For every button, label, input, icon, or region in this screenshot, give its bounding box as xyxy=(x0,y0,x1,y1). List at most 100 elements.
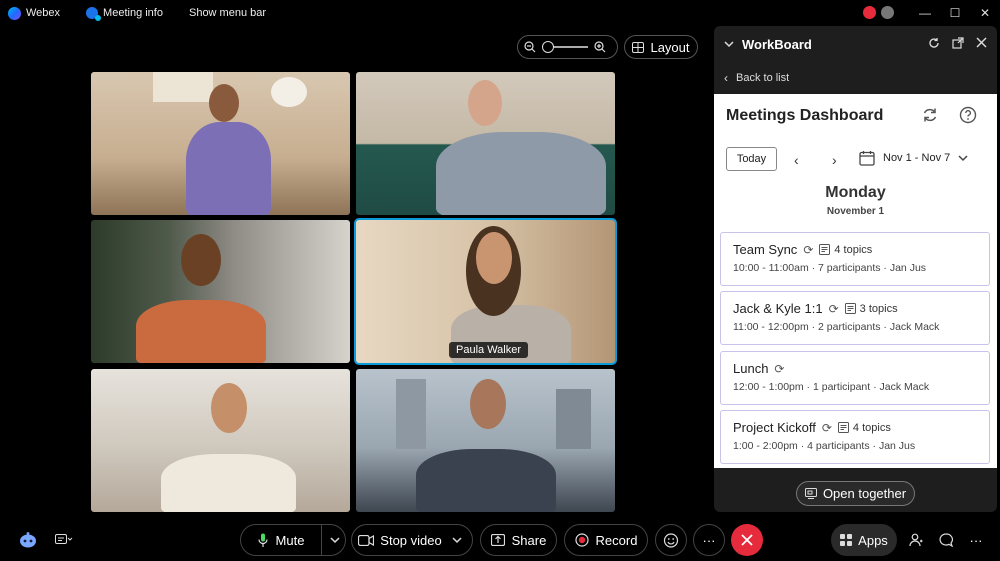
date-range-label: Nov 1 - Nov 7 xyxy=(883,152,951,164)
participant-body xyxy=(186,122,271,215)
meetings-dashboard: Meetings Dashboard Today ‹ › Nov 1 - Nov… xyxy=(714,94,997,468)
zoom-slider-thumb[interactable] xyxy=(542,41,554,53)
participant-video-tile-active[interactable]: Paula Walker xyxy=(354,218,617,365)
meeting-time: 12:00 - 1:00pm xyxy=(733,381,804,393)
mute-options-chevron-icon[interactable] xyxy=(330,536,340,544)
connection-status-icon xyxy=(881,6,894,19)
meeting-owner: Jack Mack xyxy=(889,321,940,333)
zoom-control[interactable] xyxy=(517,35,618,59)
today-button[interactable]: Today xyxy=(726,147,777,171)
participant-video-tile[interactable] xyxy=(91,220,350,363)
close-window-button[interactable]: ✕ xyxy=(970,0,1000,26)
share-label: Share xyxy=(511,532,547,548)
dashboard-title: Meetings Dashboard xyxy=(726,107,884,124)
participant-head xyxy=(468,80,502,126)
leave-meeting-button[interactable] xyxy=(731,524,763,556)
meeting-title: Lunch xyxy=(733,361,769,376)
meeting-topics: 4 topics xyxy=(837,422,891,434)
participants-button[interactable] xyxy=(900,524,932,556)
wall-decor xyxy=(153,72,213,102)
day-date: November 1 xyxy=(826,206,885,217)
topics-icon xyxy=(819,244,831,255)
recurring-icon: ⟳ xyxy=(821,420,832,435)
apps-label: Apps xyxy=(858,532,888,548)
mute-label: Mute xyxy=(275,532,305,548)
reactions-button[interactable] xyxy=(655,524,687,556)
more-options-icon: ··· xyxy=(702,532,716,548)
more-menu-button[interactable]: ··· xyxy=(960,524,992,556)
apps-button[interactable]: Apps xyxy=(831,524,897,556)
refresh-icon[interactable] xyxy=(928,37,940,49)
pop-out-icon[interactable] xyxy=(952,37,964,49)
sync-icon[interactable] xyxy=(921,106,939,124)
meeting-card[interactable]: Team Sync ⟳ 4 topics 10:00 - 11:00am · 7… xyxy=(720,232,990,286)
mute-control[interactable]: Mute xyxy=(240,524,346,556)
topics-icon xyxy=(844,303,856,314)
participant-video-tile[interactable] xyxy=(356,72,615,215)
meeting-owner: Jack Mack xyxy=(879,381,930,393)
meeting-time: 1:00 - 2:00pm xyxy=(733,440,798,452)
more-menu-icon: ··· xyxy=(969,532,983,548)
day-name: Monday xyxy=(825,184,886,201)
next-week-icon[interactable]: › xyxy=(832,152,837,168)
share-icon xyxy=(490,534,505,546)
mute-button[interactable]: Mute xyxy=(241,533,321,548)
meeting-info-label: Meeting info xyxy=(103,7,163,19)
maximize-button[interactable]: ☐ xyxy=(940,0,970,26)
stop-video-button[interactable]: Stop video xyxy=(352,533,448,548)
record-button[interactable]: Record xyxy=(564,524,648,556)
more-options-button[interactable]: ··· xyxy=(693,524,725,556)
participant-head xyxy=(181,234,221,286)
captions-button[interactable] xyxy=(50,524,78,556)
chat-bubble-icon xyxy=(939,533,953,547)
layout-button[interactable]: Layout xyxy=(624,35,698,59)
lamp-shade xyxy=(271,77,307,107)
date-range-picker[interactable]: Nov 1 - Nov 7 xyxy=(859,150,968,166)
calendar-icon xyxy=(859,151,875,166)
meeting-card[interactable]: Lunch ⟳ 12:00 - 1:00pm · 1 participant ·… xyxy=(720,351,990,405)
show-menu-bar-button[interactable]: Show menu bar xyxy=(189,7,266,19)
zoom-out-icon[interactable] xyxy=(524,41,536,53)
layout-grid-icon xyxy=(632,41,645,53)
title-bar: Webex Meeting info Show menu bar — ☐ ✕ xyxy=(0,0,1000,26)
recording-indicator-icon xyxy=(863,6,876,19)
participant-head xyxy=(211,383,247,433)
back-to-list-link[interactable]: ‹ Back to list xyxy=(714,62,997,94)
assistant-button[interactable] xyxy=(12,524,44,556)
meeting-info-button[interactable]: Meeting info xyxy=(86,7,163,21)
meeting-topics-label: 4 topics xyxy=(834,243,873,256)
participant-head xyxy=(476,232,512,284)
close-panel-icon[interactable] xyxy=(976,37,987,48)
participant-body xyxy=(161,454,296,512)
back-chevron-icon: ‹ xyxy=(724,71,728,85)
share-button[interactable]: Share xyxy=(480,524,557,556)
help-icon[interactable] xyxy=(959,106,977,124)
previous-week-icon[interactable]: ‹ xyxy=(794,152,799,168)
meeting-participants: 2 participants xyxy=(818,321,881,333)
open-together-label: Open together xyxy=(822,486,907,501)
share-screen-icon xyxy=(804,488,817,499)
video-control[interactable]: Stop video xyxy=(351,524,473,556)
collapse-chevron-icon[interactable] xyxy=(724,40,734,48)
participant-video-tile[interactable] xyxy=(91,369,350,512)
meeting-card[interactable]: Jack & Kyle 1:1 ⟳ 3 topics 11:00 - 12:00… xyxy=(720,291,990,345)
meeting-card[interactable]: Project Kickoff ⟳ 4 topics 1:00 - 2:00pm… xyxy=(720,410,990,464)
participant-video-tile[interactable] xyxy=(91,72,350,215)
meeting-owner: Jan Jus xyxy=(889,262,927,274)
participant-body xyxy=(416,449,556,512)
app-name: Webex xyxy=(8,6,60,20)
reactions-smiley-icon xyxy=(663,533,679,548)
video-options-chevron-icon[interactable] xyxy=(452,536,462,544)
zoom-in-icon[interactable] xyxy=(594,41,606,53)
skyline-building xyxy=(396,379,426,449)
minimize-button[interactable]: — xyxy=(910,0,940,26)
meeting-topics-label: 3 topics xyxy=(859,302,898,315)
recurring-icon: ⟳ xyxy=(774,361,785,376)
microphone-icon xyxy=(257,533,268,547)
chevron-down-icon xyxy=(958,154,968,161)
chat-button[interactable] xyxy=(930,524,962,556)
open-together-button[interactable]: Open together xyxy=(796,481,915,506)
meeting-info-icon xyxy=(86,7,102,21)
participant-video-tile[interactable] xyxy=(356,369,615,512)
zoom-slider[interactable] xyxy=(542,41,588,53)
